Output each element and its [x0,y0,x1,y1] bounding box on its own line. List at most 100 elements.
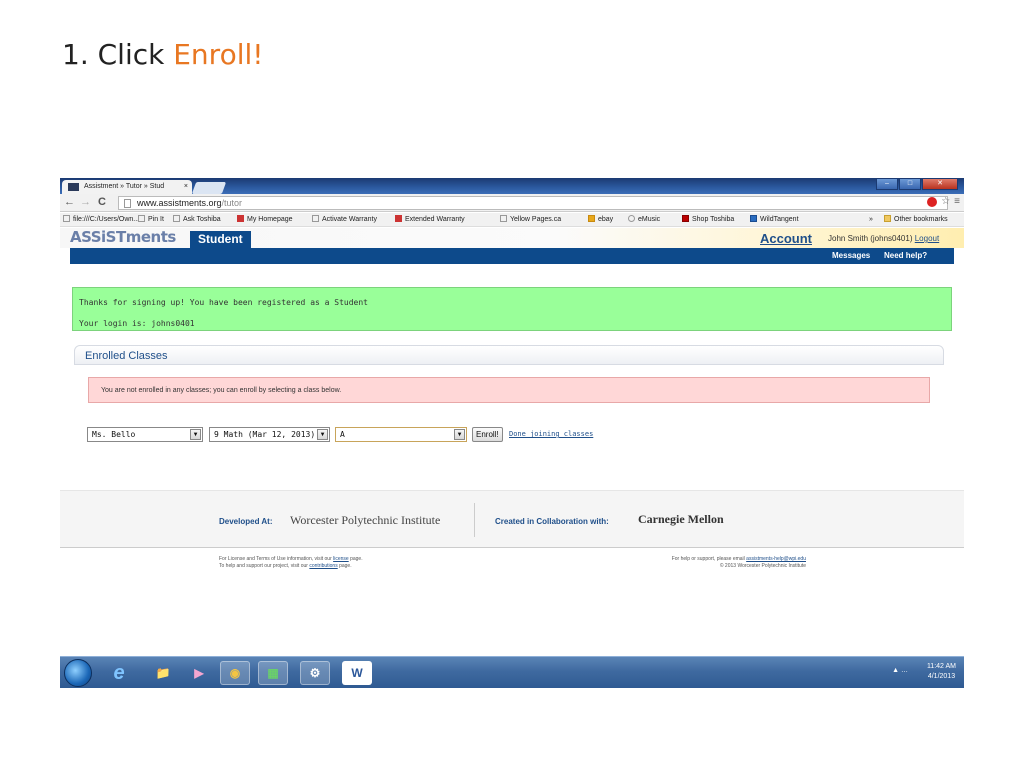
internet-explorer-icon[interactable]: e [104,661,134,685]
messages-link[interactable]: Messages [832,251,870,260]
user-info: John Smith (johns0401) Logout [828,234,939,243]
account-link[interactable]: Account [760,231,812,246]
dropdown-arrow-icon[interactable]: ▼ [190,429,201,440]
help-email-link[interactable]: assistments-help@wpi.edu [746,556,806,562]
success-message: Thanks for signing up! You have been reg… [72,287,952,331]
media-player-icon[interactable]: ▶ [184,661,214,685]
bookmark-item[interactable]: Pin It [138,213,164,227]
page-icon [500,215,507,222]
success-line: Thanks for signing up! You have been reg… [79,298,368,307]
close-window-button[interactable]: ✕ [922,178,958,190]
slide-step: 1. Click [62,38,174,71]
url-host: www.assistments.org [137,198,222,208]
page-icon [138,215,145,222]
site-header: ASSiSTments Student Account John Smith (… [60,228,964,248]
license-note: For License and Terms of Use information… [219,556,363,569]
bookmark-item[interactable]: Ask Toshiba [173,213,221,227]
assistments-logo[interactable]: ASSiSTments [70,228,176,246]
chrome-icon[interactable]: ◉ [220,661,250,685]
page-icon [63,215,70,222]
menu-icon[interactable]: ≡ [954,196,960,207]
logout-link[interactable]: Logout [915,234,939,243]
close-tab-icon[interactable]: × [184,180,188,194]
bookmarks-more-icon[interactable]: » [869,213,873,227]
star-icon[interactable]: ☆ [941,196,950,207]
bookmark-item[interactable]: Activate Warranty [312,213,377,227]
file-explorer-icon[interactable]: 📁 [148,661,178,685]
collab-label: Created in Collaboration with: [495,517,609,526]
bookmark-item[interactable]: Extended Warranty [395,213,465,227]
page-icon [312,215,319,222]
ebay-icon [588,215,595,222]
page-icon [173,215,180,222]
emusic-icon [628,215,635,222]
site-navbar: Messages Need help? [70,248,954,264]
enrolled-classes-panel: Enrolled Classes [74,345,944,365]
bookmark-item[interactable]: eMusic [628,213,660,227]
browser-screenshot: Assistment » Tutor » Stud × – □ ✕ ← → C … [60,178,964,688]
excel-icon[interactable]: ▦ [258,661,288,685]
windows-taskbar: e 📁 ▶ ◉ ▦ ⚙ W ▲ … 11:42 AM 4/1/2013 [60,656,964,688]
teacher-select[interactable]: Ms. Bello ▼ [87,427,203,442]
site-footer: Developed At: Worcester Polytechnic Inst… [60,490,964,548]
adblock-icon[interactable] [927,196,938,207]
done-joining-link[interactable]: Done joining classes [509,430,593,438]
toshiba-icon [395,215,402,222]
window-titlebar: Assistment » Tutor » Stud × – □ ✕ [60,178,964,194]
bookmark-item[interactable]: ebay [588,213,613,227]
license-link[interactable]: license [333,556,349,562]
cmu-logo: Carnegie Mellon [638,512,724,526]
section-select[interactable]: A ▼ [335,427,467,442]
clock-time: 11:42 AM [926,663,956,670]
toshiba-icon [237,215,244,222]
maximize-button[interactable]: □ [899,178,921,190]
class-select[interactable]: 9 Math (Mar 12, 2013) ▼ [209,427,330,442]
bookmark-item[interactable]: file:///C:/Users/Own... [63,213,139,227]
enroll-button[interactable]: Enroll! [472,427,503,442]
address-bar-row: ← → C www.assistments.org/tutor ☆ ≡ [60,194,964,212]
browser-tab[interactable]: Assistment » Tutor » Stud × [62,180,192,194]
tab-favicon-icon [68,183,79,191]
url-path: /tutor [221,198,243,208]
dropdown-arrow-icon[interactable]: ▼ [317,429,328,440]
toshiba-icon [682,215,689,222]
contributions-link[interactable]: contributions [309,563,337,569]
taskbar-clock[interactable]: 11:42 AM 4/1/2013 [927,662,956,682]
wpi-logo: Worcester Polytechnic Institute [290,513,441,527]
bookmark-item[interactable]: Yellow Pages.ca [500,213,561,227]
forward-icon[interactable]: → [80,196,91,208]
other-bookmarks[interactable]: Other bookmarks [884,213,948,227]
teacher-value: Ms. Bello [92,430,136,439]
page-icon [124,199,131,208]
bookmark-item[interactable]: Shop Toshiba [682,213,734,227]
panel-title: Enrolled Classes [85,350,168,362]
help-link[interactable]: Need help? [884,251,927,260]
help-note: For help or support, please email assist… [671,556,806,569]
folder-icon [884,215,891,222]
dropdown-arrow-icon[interactable]: ▼ [454,429,465,440]
back-icon[interactable]: ← [64,196,75,208]
word-icon[interactable]: W [342,661,372,685]
reload-icon[interactable]: C [98,196,106,208]
bookmark-item[interactable]: WildTangent [750,213,799,227]
people-icon[interactable]: ⚙ [300,661,330,685]
start-button[interactable] [64,659,92,687]
footer-divider [474,503,475,537]
url-input[interactable]: www.assistments.org/tutor [118,196,948,210]
minimize-button[interactable]: – [876,178,898,190]
copyright: © 2013 Worcester Polytechnic Institute [719,563,806,569]
tab-title: Assistment » Tutor » Stud [84,183,165,190]
bookmark-item[interactable]: My Homepage [237,213,293,227]
login-line: Your login is: johns0401 [79,319,195,328]
new-tab-button[interactable] [191,182,227,194]
class-value: 9 Math (Mar 12, 2013) [214,430,316,439]
clock-date: 4/1/2013 [927,673,956,680]
tab-student[interactable]: Student [190,231,251,248]
not-enrolled-alert: You are not enrolled in any classes; you… [88,377,930,403]
tray-icons[interactable]: ▲ … [892,667,908,674]
window-controls: – □ ✕ [875,178,958,192]
address-actions: ☆ ≡ [927,196,960,207]
user-name: John Smith (johns0401) [828,234,913,243]
slide-highlight: Enroll! [173,38,264,71]
section-value: A [340,430,345,439]
